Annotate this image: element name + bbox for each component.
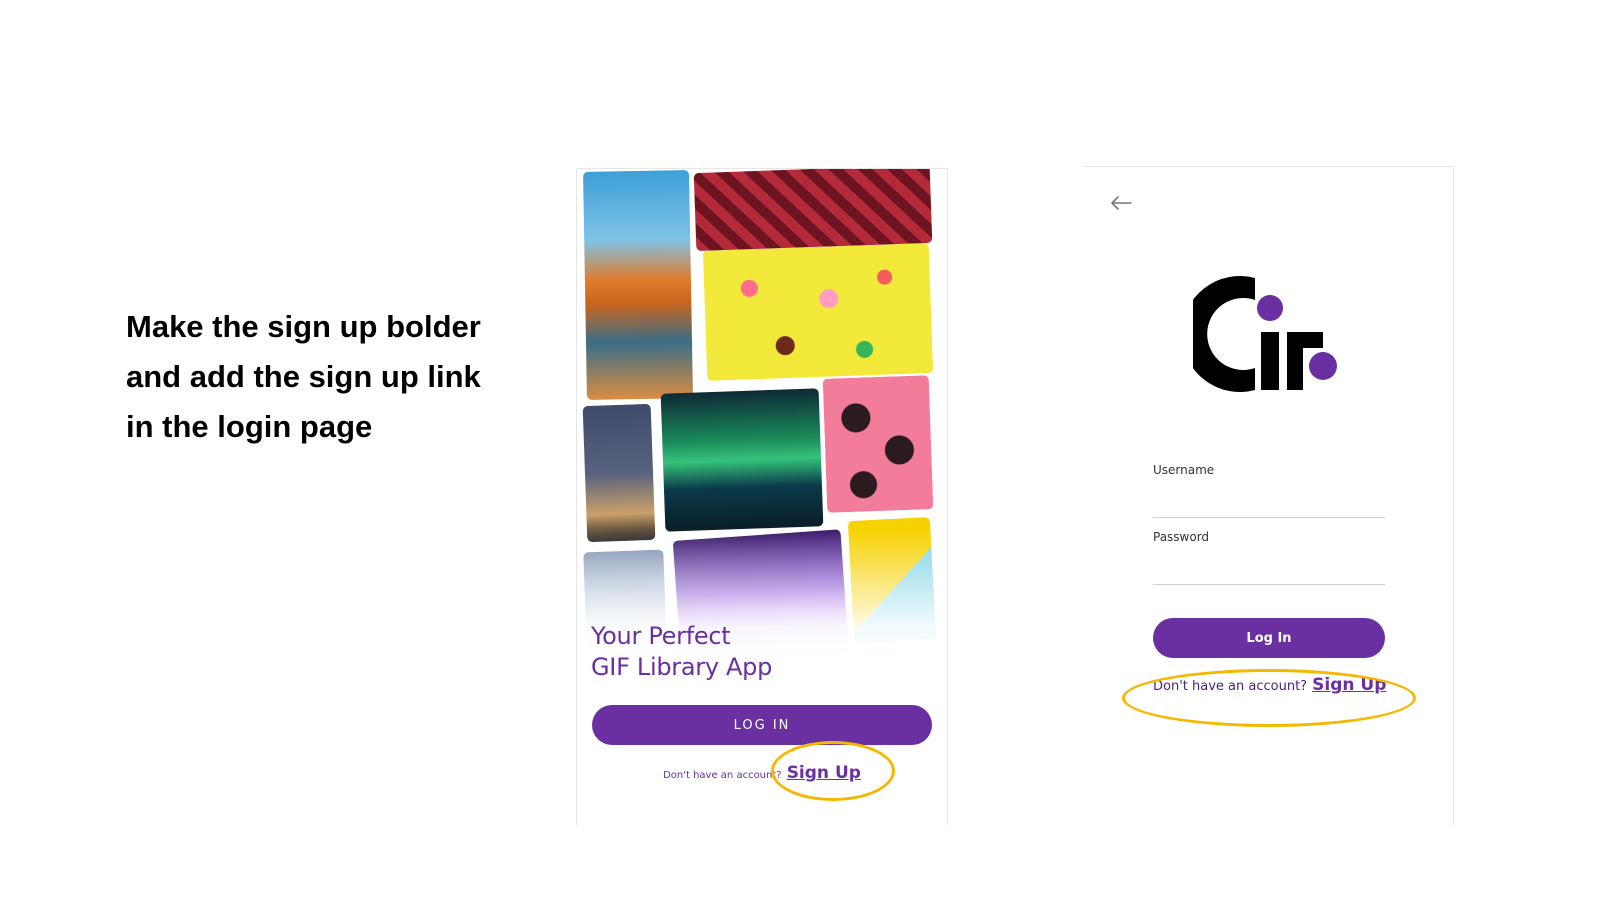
welcome-signup-link[interactable]: Sign Up	[787, 763, 861, 783]
username-label: Username	[1153, 463, 1215, 477]
tagline-line-1: Your Perfect	[591, 622, 731, 650]
tagline-line-2: GIF Library App	[591, 653, 773, 681]
welcome-screen: Your Perfect GIF Library App LOG IN Don'…	[576, 168, 948, 825]
password-input[interactable]	[1153, 560, 1385, 585]
gif-logo-icon	[1193, 276, 1337, 392]
login-screen: Username Password Log In Don't have an a…	[1083, 166, 1454, 825]
image-collage	[577, 169, 947, 669]
arrow-left-icon[interactable]	[1109, 195, 1133, 211]
login-signup-link[interactable]: Sign Up	[1312, 675, 1386, 695]
collage-tile-van	[583, 170, 693, 400]
login-signup-row: Don't have an account? Sign Up	[1153, 675, 1413, 695]
collage-tile-lips	[822, 375, 934, 513]
password-label: Password	[1153, 530, 1210, 544]
login-signup-prompt: Don't have an account?	[1153, 679, 1308, 694]
instruction-text: Make the sign up bolder and add the sign…	[126, 309, 481, 444]
username-input[interactable]	[1153, 493, 1385, 518]
welcome-signup-row: Don't have an account? Sign Up	[577, 763, 947, 783]
collage-tile-candy	[702, 243, 934, 381]
collage-tile-aurora	[660, 388, 824, 532]
welcome-signup-prompt: Don't have an account?	[663, 770, 782, 781]
login-button[interactable]: Log In	[1153, 618, 1385, 658]
welcome-login-button[interactable]: LOG IN	[592, 705, 932, 745]
collage-tile-neon	[693, 169, 933, 252]
collage-tile-city	[582, 403, 656, 543]
welcome-tagline: Your Perfect GIF Library App	[591, 621, 911, 683]
